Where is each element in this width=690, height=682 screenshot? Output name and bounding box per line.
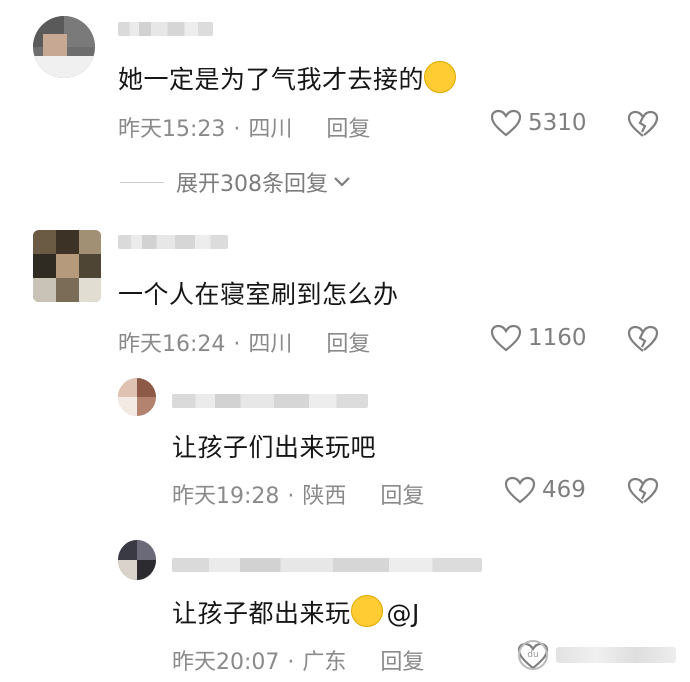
like-button[interactable]: 5310 [490,109,587,137]
like-count: 5310 [528,110,587,136]
username-blurred[interactable] [172,394,368,408]
heart-outline-icon [490,109,522,137]
avatar[interactable] [33,230,101,302]
avatar[interactable] [118,378,156,416]
watermark-logo: du [518,640,548,670]
like-button[interactable]: 1160 [490,324,587,352]
comment-meta: 昨天16:24 · 四川 回复 [118,326,370,358]
location: 四川 [248,332,293,357]
username-blurred[interactable] [172,558,482,572]
comment-meta: 昨天20:07 · 广东 回复 [172,644,424,676]
comment-item: 一个人在寝室刷到怎么办 昨天16:24 · 四川 回复 1160 [0,225,690,365]
timestamp: 昨天16:24 [118,332,226,357]
location: 四川 [248,117,293,142]
like-button[interactable]: 469 [504,476,586,504]
comment-item: 她一定是为了气我才去接的 昨天15:23 · 四川 回复 5310 展开308条回复 [0,0,690,200]
broken-heart-icon [627,325,659,352]
comment-text-body: 让孩子都出来玩 [172,599,351,628]
timestamp: 昨天15:23 [118,117,226,142]
reply-button[interactable]: 回复 [326,332,370,357]
heart-outline-icon [504,476,536,504]
avatar[interactable] [33,16,95,78]
comment-text: 让孩子们出来玩吧 [172,433,377,462]
reply-button[interactable]: 回复 [380,484,424,509]
divider [120,181,164,183]
comment-text: 一个人在寝室刷到怎么办 [118,280,399,309]
like-count: 1160 [528,325,587,351]
reply-button[interactable]: 回复 [380,650,424,675]
dislike-button[interactable] [627,477,659,505]
timestamp: 昨天20:07 [172,650,280,675]
reply-button[interactable]: 回复 [326,117,370,142]
separator-dot: · [233,117,241,142]
username-blurred[interactable] [118,22,213,36]
rolling-laughing-emoji [350,595,383,627]
watermark: du [518,640,676,670]
heart-outline-icon [490,324,522,352]
separator-dot: · [287,484,295,509]
expand-replies-label: 展开308条回复 [176,172,328,197]
comment-text-body: 她一定是为了气我才去接的 [118,65,425,94]
mention-link[interactable]: @J [387,599,420,628]
like-count: 469 [542,477,586,503]
broken-heart-icon [627,110,659,137]
expand-replies-button[interactable]: 展开308条回复 [120,166,352,198]
comment-text: 让孩子都出来玩 @J [172,594,420,630]
comment-meta: 昨天15:23 · 四川 回复 [118,111,370,143]
reply-item: 让孩子们出来玩吧 昨天19:28 · 陕西 回复 469 [0,378,690,518]
comment-text: 她一定是为了气我才去接的 [118,60,457,96]
location: 陕西 [302,484,347,509]
username-blurred[interactable] [118,235,228,249]
dislike-button[interactable] [627,110,659,138]
comment-meta: 昨天19:28 · 陕西 回复 [172,478,424,510]
watermark-blurred-text [556,647,676,663]
separator-dot: · [287,650,295,675]
dislike-button[interactable] [627,325,659,353]
broken-heart-icon [627,477,659,504]
location: 广东 [302,650,347,675]
timestamp: 昨天19:28 [172,484,280,509]
chevron-down-icon [334,177,350,187]
separator-dot: · [233,332,241,357]
avatar[interactable] [118,540,156,580]
crying-face-emoji [424,61,457,93]
